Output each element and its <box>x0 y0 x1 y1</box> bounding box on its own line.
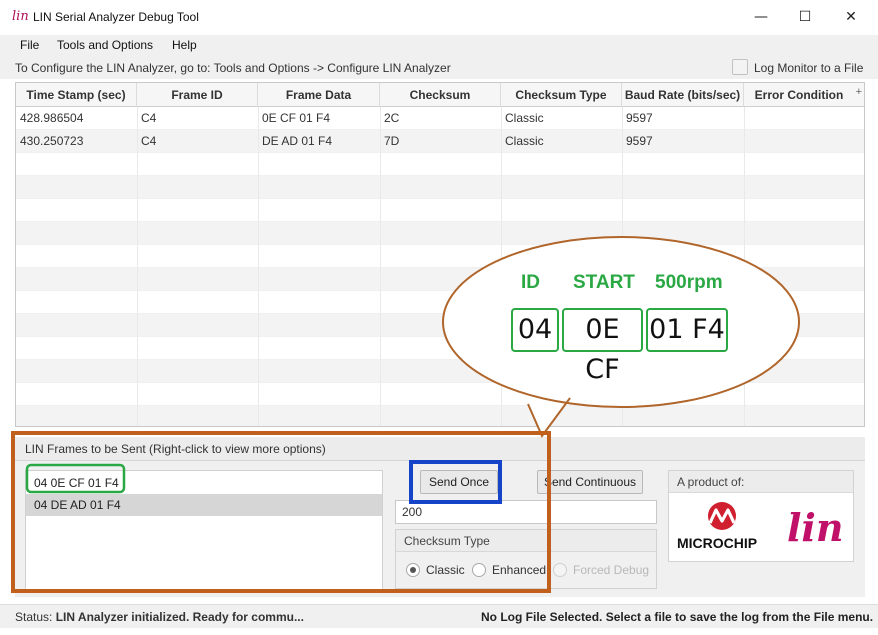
cell-frame-id: C4 <box>141 111 157 125</box>
status-prefix: Status: <box>15 610 53 624</box>
cell-frame-data: DE AD 01 F4 <box>262 134 333 148</box>
column-divider <box>501 107 502 426</box>
callout-label-start: START <box>573 272 635 293</box>
add-column-icon[interactable]: + <box>856 86 862 98</box>
frame-list-item[interactable]: 04 DE AD 01 F4 <box>26 494 382 516</box>
config-hint-text: To Configure the LIN Analyzer, go to: To… <box>15 61 451 75</box>
frame-list-item[interactable]: 04 0E CF 01 F4 <box>26 472 382 494</box>
radio-classic-label[interactable]: Classic <box>426 563 465 577</box>
frame-list[interactable]: 04 0E CF 01 F4 04 DE AD 01 F4 <box>25 470 383 590</box>
table-row-empty <box>16 245 864 268</box>
lin-logo: lin <box>787 505 844 550</box>
menu-help[interactable]: Help <box>172 38 197 52</box>
column-header-checksum-type[interactable]: Checksum Type <box>501 83 622 107</box>
product-of-title: A product of: <box>669 471 853 493</box>
microchip-wordmark: MICROCHIP <box>677 535 758 551</box>
status-message: LIN Analyzer initialized. Ready for comm… <box>55 610 304 624</box>
table-row[interactable]: 430.250723 C4 DE AD 01 F4 7D Classic 959… <box>16 130 864 153</box>
table-header: Time Stamp (sec) Frame ID Frame Data Che… <box>16 83 864 107</box>
radio-forced-debug-label: Forced Debug <box>573 563 650 577</box>
frames-panel-header: LIN Frames to be Sent (Right-click to vi… <box>15 437 865 461</box>
column-header-frame-data[interactable]: Frame Data <box>258 83 380 107</box>
table-row[interactable]: 428.986504 C4 0E CF 01 F4 2C Classic 959… <box>16 107 864 130</box>
table-row-empty <box>16 337 864 360</box>
window-title: LIN Serial Analyzer Debug Tool <box>33 10 199 24</box>
cell-checksum: 7D <box>384 134 400 148</box>
table-row-empty <box>16 360 864 383</box>
config-hint-row: To Configure the LIN Analyzer, go to: To… <box>0 57 878 79</box>
callout-box-speed: 01 F4 <box>646 308 728 352</box>
send-continuous-button[interactable]: Send Continuous <box>537 470 643 494</box>
table-row-empty <box>16 222 864 245</box>
product-of-panel: A product of: MICROCHIP lin <box>668 470 854 562</box>
send-interval-input[interactable]: 200 <box>395 500 657 524</box>
radio-enhanced[interactable] <box>472 563 486 577</box>
cell-frame-id: C4 <box>141 134 157 148</box>
column-divider <box>137 107 138 426</box>
status-bar: Status: LIN Analyzer initialized. Ready … <box>0 604 878 628</box>
table-row-empty <box>16 314 864 337</box>
checksum-type-title: Checksum Type <box>396 530 656 552</box>
send-once-button[interactable]: Send Once <box>420 470 498 494</box>
callout-box-id: 04 <box>511 308 559 352</box>
table-row-empty <box>16 199 864 222</box>
status-text: Status: LIN Analyzer initialized. Ready … <box>15 610 304 624</box>
cell-time-stamp: 430.250723 <box>20 134 84 148</box>
cell-checksum-type: Classic <box>505 111 544 125</box>
menu-bar: File Tools and Options Help <box>0 35 878 57</box>
log-monitor-label[interactable]: Log Monitor to a File <box>754 61 863 75</box>
callout-label-id: ID <box>521 272 540 293</box>
column-header-baud-rate[interactable]: Baud Rate (bits/sec) <box>622 83 744 107</box>
minimize-button[interactable]: — <box>738 4 784 30</box>
log-monitor-checkbox[interactable] <box>732 59 748 75</box>
log-file-status: No Log File Selected. Select a file to s… <box>481 610 874 624</box>
checksum-type-group: Checksum Type Classic Enhanced Forced De… <box>395 529 657 589</box>
radio-classic[interactable] <box>406 563 420 577</box>
callout-label-speed: 500rpm <box>655 272 723 293</box>
radio-enhanced-label[interactable]: Enhanced <box>492 563 546 577</box>
monitor-table: Time Stamp (sec) Frame ID Frame Data Che… <box>15 82 865 427</box>
table-row-empty <box>16 406 864 426</box>
column-header-checksum[interactable]: Checksum <box>380 83 501 107</box>
cell-frame-data: 0E CF 01 F4 <box>262 111 331 125</box>
radio-forced-debug <box>553 563 567 577</box>
column-divider <box>744 107 745 426</box>
frames-panel-title: LIN Frames to be Sent (Right-click to vi… <box>25 442 326 456</box>
table-row-empty <box>16 291 864 314</box>
cell-checksum: 2C <box>384 111 400 125</box>
menu-file[interactable]: File <box>20 38 39 52</box>
app-lin-icon: lin <box>12 9 29 24</box>
maximize-button[interactable]: ☐ <box>782 4 828 30</box>
table-row-empty <box>16 176 864 199</box>
close-button[interactable]: ✕ <box>828 4 874 30</box>
cell-baud-rate: 9597 <box>626 134 653 148</box>
cell-time-stamp: 428.986504 <box>20 111 84 125</box>
column-header-error-condition[interactable]: Error Condition <box>744 83 864 107</box>
column-divider <box>380 107 381 426</box>
column-header-frame-id[interactable]: Frame ID <box>137 83 258 107</box>
cell-baud-rate: 9597 <box>626 111 653 125</box>
column-header-time-stamp[interactable]: Time Stamp (sec) <box>16 83 137 107</box>
column-divider <box>258 107 259 426</box>
frames-panel: LIN Frames to be Sent (Right-click to vi… <box>15 437 865 597</box>
cell-checksum-type: Classic <box>505 134 544 148</box>
microchip-logo-icon <box>708 502 736 530</box>
table-row-empty <box>16 268 864 291</box>
menu-tools-and-options[interactable]: Tools and Options <box>57 38 153 52</box>
table-row-empty <box>16 383 864 406</box>
table-row-empty <box>16 153 864 176</box>
title-bar: lin LIN Serial Analyzer Debug Tool — ☐ ✕ <box>0 0 878 34</box>
callout-box-start: 0E CF <box>562 308 643 385</box>
column-divider <box>622 107 623 426</box>
